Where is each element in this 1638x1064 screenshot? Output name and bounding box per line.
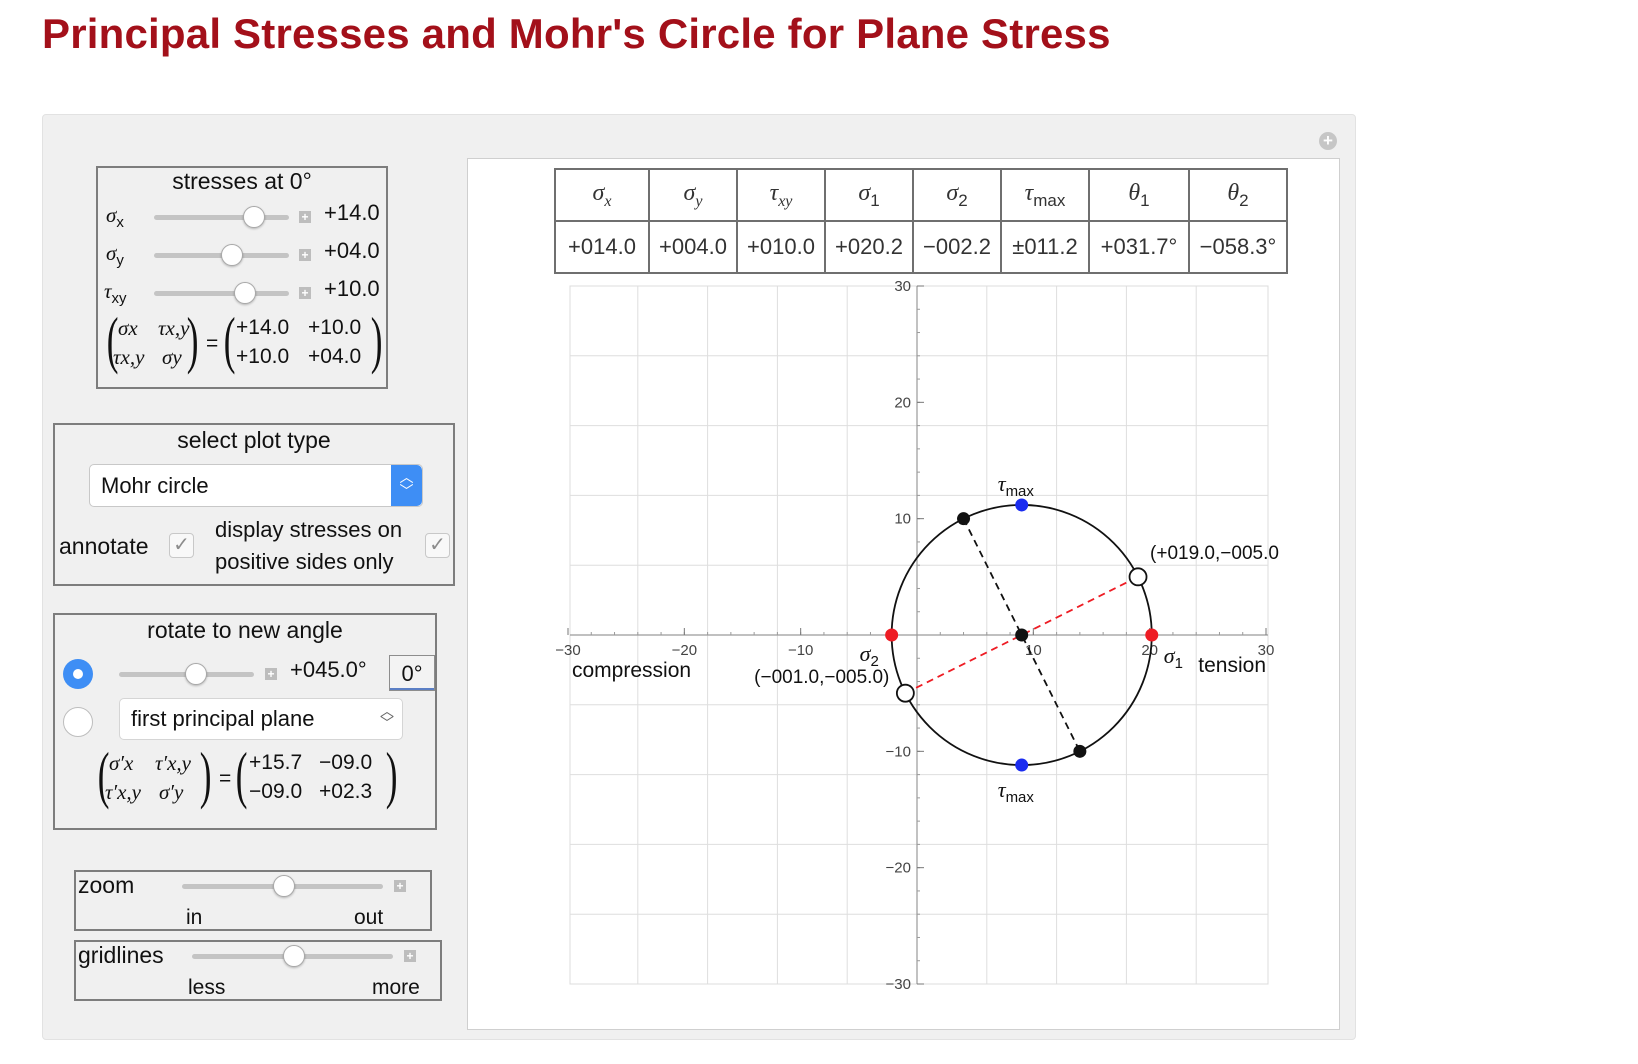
- plane-select-arrows-icon[interactable]: ︿ ﹀: [380, 703, 394, 731]
- rot-matrix-value-right-paren: ): [385, 739, 398, 810]
- positive-sides-checkbox[interactable]: ✓: [425, 533, 450, 558]
- plot-type-selected: Mohr circle: [101, 473, 209, 498]
- plane-select[interactable]: first principal plane ︿ ﹀: [119, 698, 403, 740]
- value-sigma-2: −002.2: [912, 220, 1002, 274]
- matrix-sym-21: τx,y: [113, 345, 145, 369]
- zoom-label: zoom: [78, 872, 135, 898]
- rot-matrix-val-21: −09.0: [249, 780, 303, 803]
- matrix-sym-12: τx,y: [158, 316, 190, 340]
- tau-xy-slider[interactable]: [154, 291, 289, 296]
- plane-select-value: first principal plane: [131, 706, 315, 731]
- options-plus-icon[interactable]: +: [1319, 132, 1337, 150]
- annotate-label: annotate: [59, 533, 149, 559]
- angle-slider-knob[interactable]: [184, 663, 207, 685]
- header-tau-max: τmax: [1000, 168, 1090, 222]
- gridlines-min-label: less: [188, 976, 226, 999]
- plot-type-select[interactable]: Mohr circle ︿ ﹀: [89, 464, 423, 507]
- rot-matrix-sym-12: τ′x,y: [155, 751, 192, 775]
- tau-xy-expand-icon[interactable]: +: [299, 287, 311, 299]
- plot-type-title: select plot type: [177, 427, 331, 453]
- rot-matrix-val-11: +15.7: [249, 751, 303, 774]
- header-sigma-1: σ1: [824, 168, 914, 222]
- header-theta-2: θ2: [1188, 168, 1288, 222]
- angle-expand-icon[interactable]: +: [265, 668, 277, 680]
- zoom-slider-knob[interactable]: [272, 875, 295, 897]
- rot-matrix-right-paren: ): [199, 739, 212, 810]
- matrix-val-21: +10.0: [236, 345, 290, 368]
- stresses-panel: stresses at 0° σx + +14.0 σy + +04.0 τxy…: [96, 166, 388, 389]
- matrix-right-paren: ): [186, 304, 199, 375]
- rot-matrix-value-left-paren: (: [235, 739, 248, 810]
- sigma-x-value: +14.0: [324, 200, 380, 225]
- sigma-x-expand-icon[interactable]: +: [299, 211, 311, 223]
- tau-xy-label: τxy: [104, 279, 127, 308]
- gridlines-expand-icon[interactable]: +: [404, 950, 416, 962]
- rot-matrix-sym-11: σ′x: [109, 751, 134, 775]
- value-tau-max: ±011.2: [1000, 220, 1090, 274]
- gridlines-slider-knob[interactable]: [282, 945, 305, 967]
- rot-matrix-equals: =: [219, 767, 232, 790]
- radio-angle[interactable]: [63, 659, 93, 689]
- value-sigma-1: +020.2: [824, 220, 914, 274]
- positive-sides-label-line2: positive sides only: [215, 549, 394, 574]
- rot-matrix-sym-21: τ′x,y: [105, 780, 142, 804]
- value-sigma-x: +014.0: [554, 220, 650, 274]
- header-sigma-x: σx: [554, 168, 650, 222]
- tau-xy-value: +10.0: [324, 276, 380, 301]
- zoom-min-label: in: [186, 906, 203, 929]
- angle-value: +045.0°: [290, 657, 367, 682]
- plot-type-panel: select plot type Mohr circle ︿ ﹀ annotate…: [53, 423, 455, 586]
- zoom-panel: zoom + in out: [74, 870, 432, 931]
- gridlines-max-label: more: [372, 976, 420, 999]
- matrix-val-22: +04.0: [308, 345, 362, 368]
- matrix-val-12: +10.0: [308, 316, 362, 339]
- header-sigma-2: σ2: [912, 168, 1002, 222]
- sigma-y-expand-icon[interactable]: +: [299, 249, 311, 261]
- radio-principal-plane[interactable]: [63, 707, 93, 737]
- gridlines-label: gridlines: [78, 942, 164, 968]
- rot-matrix-val-22: +02.3: [319, 780, 373, 803]
- plot-panel: [467, 158, 1340, 1030]
- annotate-checkbox[interactable]: ✓: [169, 533, 194, 558]
- rotate-title: rotate to new angle: [147, 617, 343, 643]
- value-sigma-y: +004.0: [648, 220, 738, 274]
- sigma-x-slider[interactable]: [154, 215, 289, 220]
- matrix-equals: =: [206, 332, 219, 355]
- positive-sides-label-line1: display stresses on: [215, 517, 403, 542]
- reset-angle-button[interactable]: 0°: [389, 655, 435, 691]
- select-arrows-icon[interactable]: ︿ ﹀: [391, 465, 422, 506]
- matrix-value-left-paren: (: [223, 304, 236, 375]
- tau-xy-slider-knob[interactable]: [234, 282, 257, 304]
- matrix-sym-22: σy: [162, 345, 182, 369]
- gridlines-panel: gridlines + less more: [74, 940, 442, 1001]
- sigma-x-slider-knob[interactable]: [242, 206, 265, 228]
- rot-matrix-val-12: −09.0: [319, 751, 373, 774]
- matrix-value-right-paren: ): [370, 304, 383, 375]
- page-title: Principal Stresses and Mohr's Circle for…: [42, 10, 1111, 57]
- header-theta-1: θ1: [1088, 168, 1190, 222]
- matrix-val-11: +14.0: [236, 316, 290, 339]
- matrix-sym-11: σx: [118, 316, 138, 340]
- sigma-x-label: σx: [106, 203, 124, 232]
- sigma-y-label: σy: [106, 241, 124, 270]
- value-theta-2: −058.3°: [1188, 220, 1288, 274]
- value-tau-xy: +010.0: [736, 220, 826, 274]
- results-header-row: σx σy τxy σ1 σ2 τmax θ1 θ2: [554, 168, 1288, 222]
- stresses-title: stresses at 0°: [172, 168, 312, 194]
- sigma-y-value: +04.0: [324, 238, 380, 263]
- zoom-expand-icon[interactable]: +: [394, 880, 406, 892]
- rot-matrix-sym-22: σ′y: [159, 780, 184, 804]
- header-tau-xy: τxy: [736, 168, 826, 222]
- value-theta-1: +031.7°: [1088, 220, 1190, 274]
- results-table: σx σy τxy σ1 σ2 τmax θ1 θ2 +014.0 +004.0…: [554, 168, 1288, 274]
- sigma-y-slider-knob[interactable]: [220, 244, 243, 266]
- results-value-row: +014.0 +004.0 +010.0 +020.2 −002.2 ±011.…: [554, 220, 1288, 274]
- header-sigma-y: σy: [648, 168, 738, 222]
- zoom-max-label: out: [354, 906, 384, 929]
- rotate-panel: rotate to new angle + +045.0° 0° first p…: [53, 613, 437, 830]
